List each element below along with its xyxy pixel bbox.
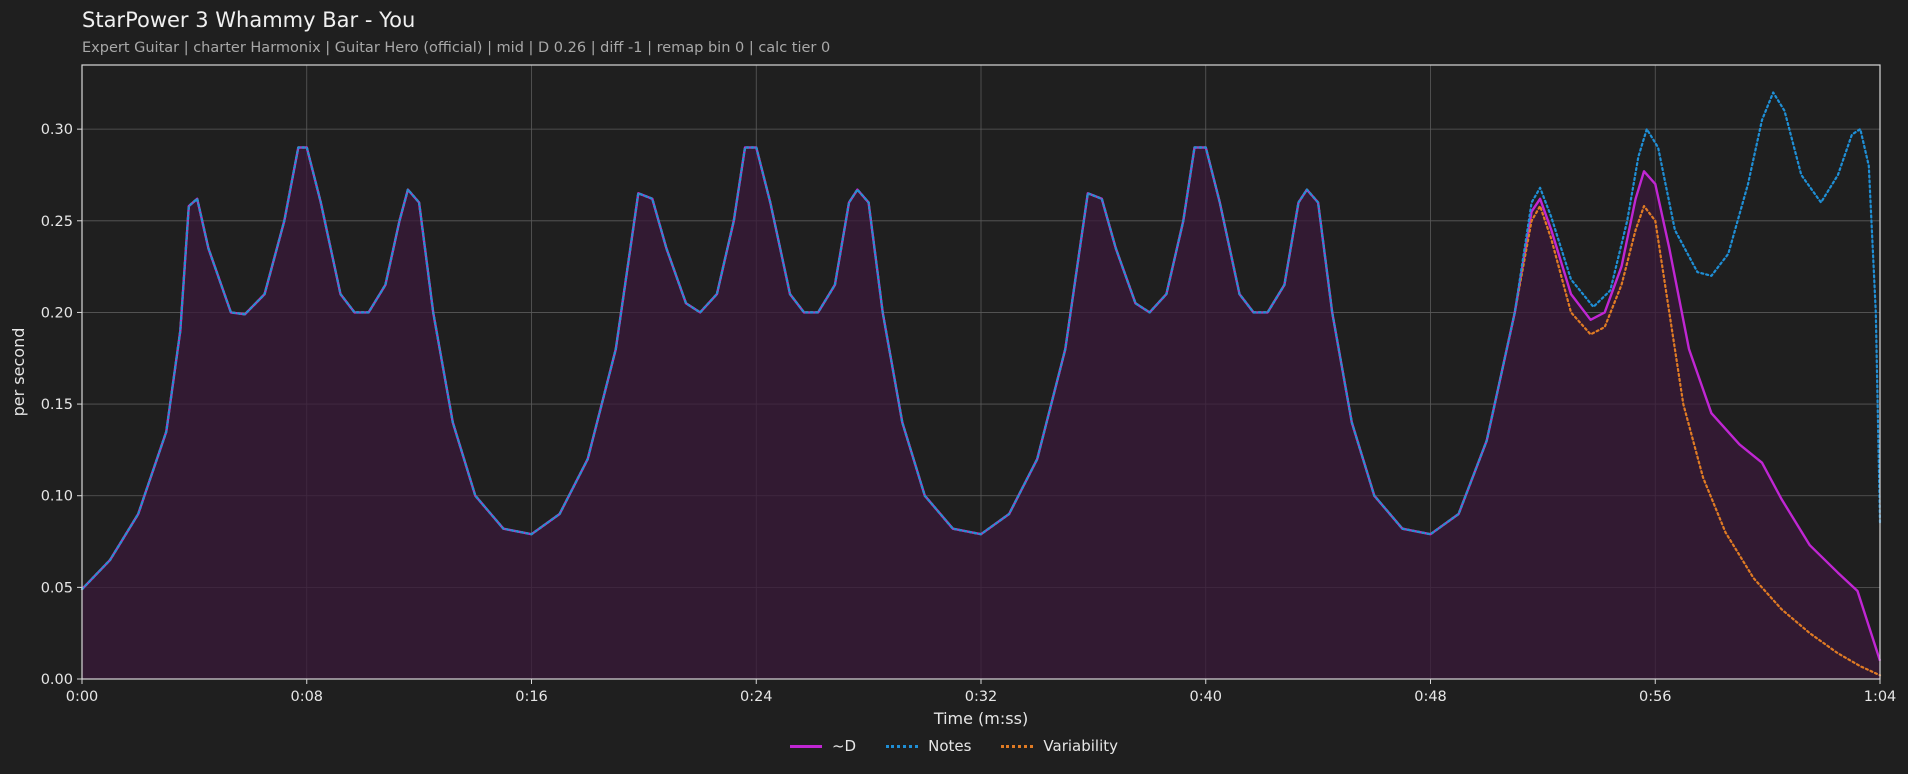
x-tick-label: 0:48 (1414, 689, 1447, 705)
y-tick-label: 0.10 (41, 489, 73, 505)
y-tick-label: 0.25 (41, 214, 73, 230)
legend-item: Notes (886, 737, 971, 755)
x-tick-label: 1:04 (1864, 689, 1897, 705)
y-tick-label: 0.05 (41, 580, 73, 596)
y-tick-label: 0.15 (41, 397, 73, 413)
x-tick-label: 0:00 (66, 689, 99, 705)
legend-swatch (789, 744, 822, 748)
legend-swatch (886, 744, 919, 748)
legend-label: Variability (1043, 737, 1119, 755)
legend-label: Notes (928, 737, 972, 755)
legend-swatch (1001, 744, 1034, 748)
legend-label: ~D (831, 737, 857, 755)
x-tick-label: 0:08 (290, 689, 323, 705)
y-tick-label: 0.20 (41, 305, 73, 321)
y-axis-label: per second (9, 328, 28, 417)
x-tick-label: 0:16 (515, 689, 548, 705)
legend-item: ~D (789, 737, 857, 755)
x-axis-ticks: 0:00 0:08 0:16 0:24 0:32 0:40 0:48 0:56 1:04 (66, 679, 1897, 705)
legend-item: Variability (1001, 737, 1118, 755)
line-chart: 0:00 0:08 0:16 0:24 0:32 0:40 0:48 0:56 1:04 0.0… (9, 64, 1897, 728)
x-tick-label: 0:24 (740, 689, 773, 705)
legend: ~D Notes Variability (0, 737, 1908, 755)
x-tick-label: 0:40 (1189, 689, 1222, 705)
y-tick-label: 0.30 (41, 122, 73, 138)
y-axis-ticks: 0.00 0.05 0.10 0.15 0.20 0.25 0.30 (41, 122, 82, 688)
y-tick-label: 0.00 (41, 672, 73, 688)
x-tick-label: 0:32 (965, 689, 998, 705)
x-axis-label: Time (m:ss) (933, 709, 1028, 728)
x-tick-label: 0:56 (1639, 689, 1672, 705)
